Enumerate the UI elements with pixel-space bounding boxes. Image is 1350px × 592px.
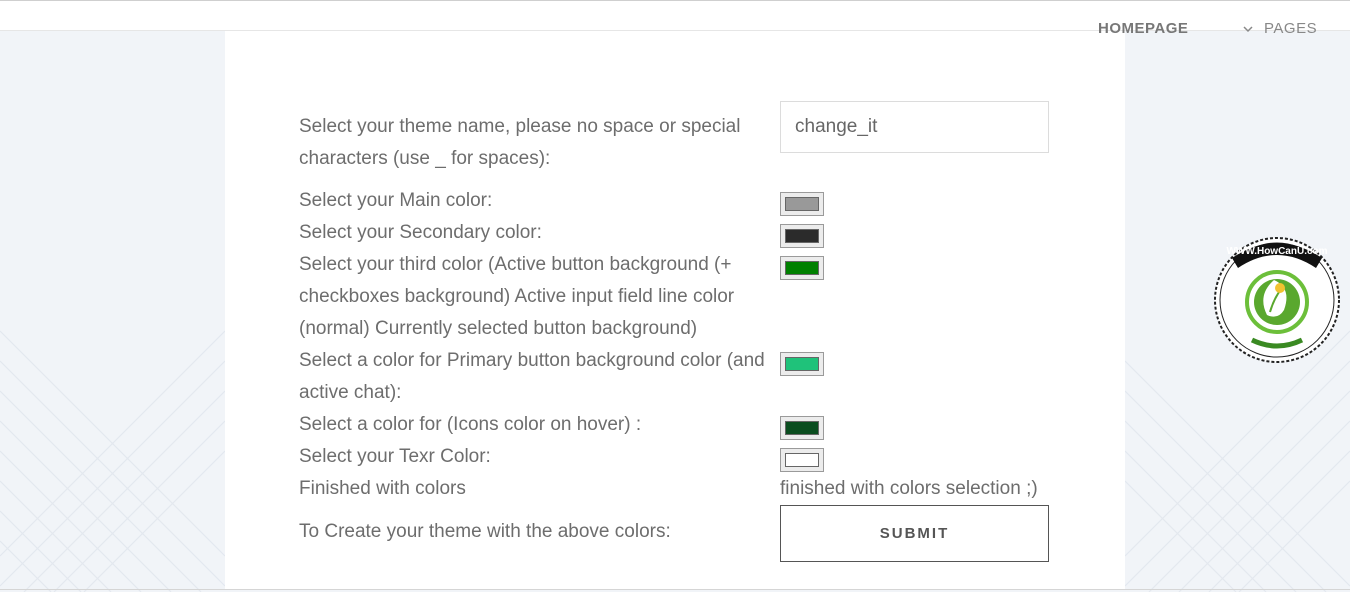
secondary-color-swatch bbox=[785, 229, 819, 243]
theme-name-input[interactable] bbox=[780, 101, 1049, 153]
chevron-down-icon bbox=[1243, 26, 1253, 33]
icon-hover-color-picker[interactable] bbox=[780, 416, 824, 440]
primary-button-color-picker[interactable] bbox=[780, 352, 824, 376]
third-color-label: Select your third color (Active button b… bbox=[299, 254, 735, 339]
watermark-logo: WWW.HowCanU.com bbox=[1214, 237, 1340, 363]
submit-button[interactable]: SUBMIT bbox=[780, 505, 1049, 562]
icon-hover-color-label: Select a color for (Icons color on hover… bbox=[299, 414, 642, 435]
secondary-color-label: Select your Secondary color: bbox=[299, 222, 542, 243]
third-color-picker[interactable] bbox=[780, 256, 824, 280]
text-color-label: Select your Texr Color: bbox=[299, 446, 491, 467]
finished-label: Finished with colors bbox=[299, 478, 466, 499]
bottom-divider bbox=[0, 589, 1350, 590]
submit-label: To Create your theme with the above colo… bbox=[299, 521, 671, 542]
primary-button-color-swatch bbox=[785, 357, 819, 371]
text-color-picker[interactable] bbox=[780, 448, 824, 472]
nav-pages-label: PAGES bbox=[1264, 20, 1318, 37]
text-color-swatch bbox=[785, 453, 819, 467]
leaf-bulb-icon bbox=[1245, 270, 1309, 334]
main-color-label: Select your Main color: bbox=[299, 190, 493, 211]
nav-pages[interactable]: PAGES bbox=[1242, 20, 1317, 38]
third-color-swatch bbox=[785, 261, 819, 275]
main-color-picker[interactable] bbox=[780, 192, 824, 216]
primary-button-color-label: Select a color for Primary button backgr… bbox=[299, 350, 765, 403]
icon-hover-color-swatch bbox=[785, 421, 819, 435]
secondary-color-picker[interactable] bbox=[780, 224, 824, 248]
nav-homepage[interactable]: HOMEPAGE bbox=[1098, 20, 1188, 38]
theme-name-label: Select your theme name, please no space … bbox=[299, 116, 741, 169]
finished-note: finished with colors selection ;) bbox=[780, 478, 1038, 499]
main-color-swatch bbox=[785, 197, 819, 211]
logo-text: WWW.HowCanU.com bbox=[1226, 246, 1327, 257]
